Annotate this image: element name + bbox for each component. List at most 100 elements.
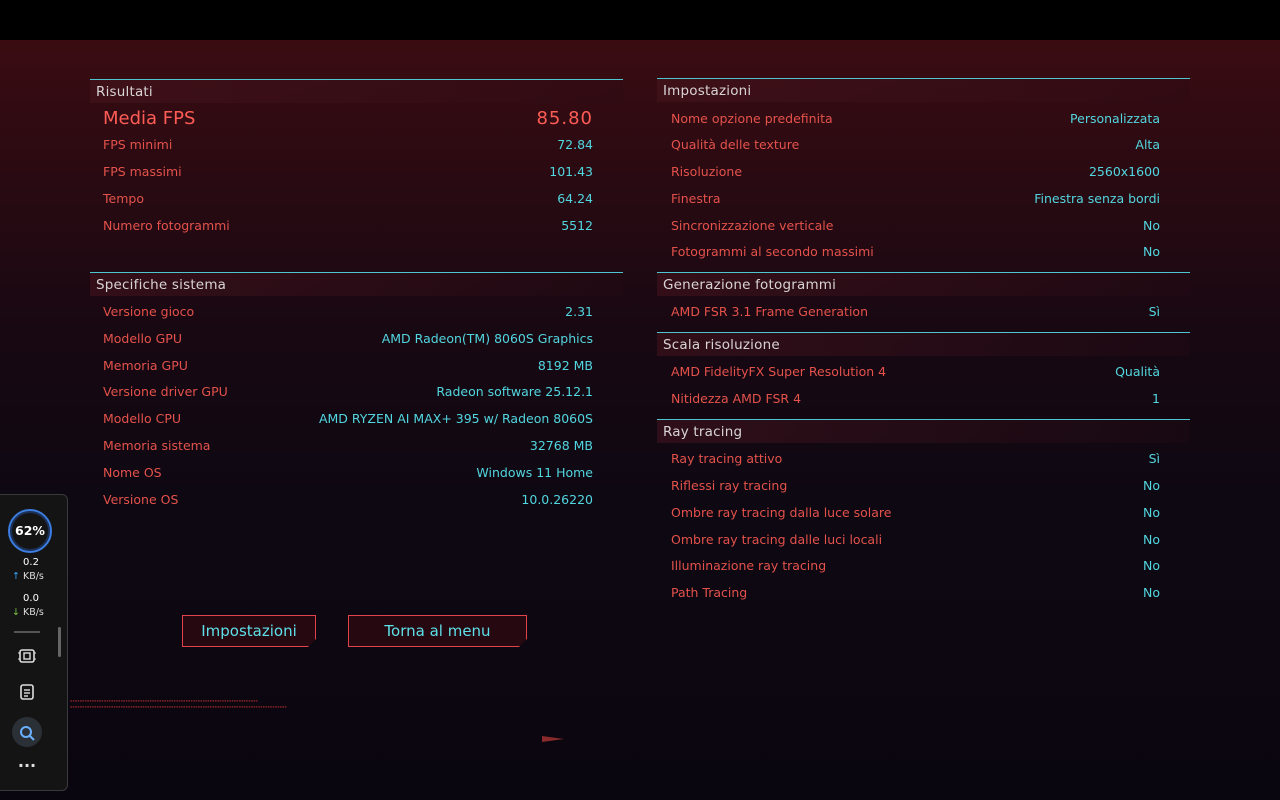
spec-value: 32768 MB <box>529 438 593 453</box>
setting-value: No <box>1143 244 1160 259</box>
results-panel: Risultati Media FPS 85.80 FPS minimi 72.… <box>90 79 623 259</box>
spec-value: 10.0.26220 <box>521 492 593 507</box>
spec-row: Memoria GPU 8192 MB <box>90 356 623 376</box>
arrow-icon <box>542 736 564 742</box>
spec-row: Memoria sistema 32768 MB <box>90 436 623 456</box>
setting-label: Fotogrammi al secondo massimi <box>671 244 874 259</box>
raytracing-row: Illuminazione ray tracing No <box>657 556 1190 576</box>
raytracing-value: Sì <box>1148 451 1160 466</box>
spec-row: Nome OS Windows 11 Home <box>90 463 623 483</box>
results-header: Risultati <box>90 79 623 103</box>
setting-row: Fotogrammi al secondo massimi No <box>657 242 1190 262</box>
scaling-label: Nitidezza AMD FSR 4 <box>671 391 802 406</box>
arrow-down-icon: ↓ <box>12 607 20 618</box>
settings-button[interactable]: Impostazioni <box>182 615 316 647</box>
raytracing-row: Ombre ray tracing dalle luci locali No <box>657 530 1190 550</box>
download-unit: KB/s <box>22 607 44 618</box>
setting-label: Risoluzione <box>671 164 743 179</box>
spec-label: Memoria sistema <box>103 438 211 453</box>
result-row: Tempo 64.24 <box>90 189 623 209</box>
setting-value: Finestra senza bordi <box>1034 191 1160 206</box>
spec-row: Versione gioco 2.31 <box>90 302 623 322</box>
raytracing-label: Ray tracing attivo <box>671 451 783 466</box>
notes-icon[interactable] <box>16 683 38 705</box>
setting-row: Risoluzione 2560x1600 <box>657 162 1190 182</box>
raytracing-panel: Ray tracing Ray tracing attivo Sì Rifles… <box>657 419 1190 609</box>
arrow-up-icon: ↑ <box>12 571 20 582</box>
raytracing-label: Ombre ray tracing dalla luce solare <box>671 505 892 520</box>
search-icon[interactable] <box>12 717 42 747</box>
settings-header: Impostazioni <box>657 78 1190 102</box>
raytracing-value: No <box>1143 532 1160 547</box>
raytracing-value: No <box>1143 505 1160 520</box>
raytracing-row: Riflessi ray tracing No <box>657 476 1190 496</box>
spec-label: Versione gioco <box>103 304 195 319</box>
spec-row: Versione OS 10.0.26220 <box>90 490 623 510</box>
specs-panel: Specifiche sistema Versione gioco 2.31 M… <box>90 272 623 522</box>
upload-unit-row: ↑ KB/s <box>12 571 44 582</box>
setting-label: Finestra <box>671 191 721 206</box>
download-value: 0.0 <box>23 593 39 604</box>
scaling-header: Scala risoluzione <box>657 332 1190 356</box>
raytracing-value: No <box>1143 478 1160 493</box>
raytracing-value: No <box>1143 585 1160 600</box>
spec-value: AMD RYZEN AI MAX+ 395 w/ Radeon 8060S <box>318 411 593 426</box>
scaling-row: Nitidezza AMD FSR 4 1 <box>657 389 1190 409</box>
scaling-panel: Scala risoluzione AMD FidelityFX Super R… <box>657 332 1190 412</box>
raytracing-row: Ray tracing attivo Sì <box>657 449 1190 469</box>
upload-value: 0.2 <box>23 557 39 568</box>
setting-row: Nome opzione predefinita Personalizzata <box>657 109 1190 129</box>
raytracing-label: Riflessi ray tracing <box>671 478 788 493</box>
specs-header: Specifiche sistema <box>90 272 623 296</box>
result-value: 64.24 <box>557 191 593 206</box>
result-row-average-fps: Media FPS 85.80 <box>90 107 623 131</box>
setting-row: Sincronizzazione verticale No <box>657 216 1190 236</box>
framegen-panel: Generazione fotogrammi AMD FSR 3.1 Frame… <box>657 272 1190 328</box>
scaling-label: AMD FidelityFX Super Resolution 4 <box>671 364 887 379</box>
debug-text: ▪▪▪▪▪▪▪▪▪▪▪▪▪▪▪▪▪▪▪▪▪▪▪▪▪▪▪▪▪▪▪▪▪▪▪▪▪▪▪▪… <box>70 698 258 703</box>
spec-row: Modello GPU AMD Radeon(TM) 8060S Graphic… <box>90 329 623 349</box>
more-icon[interactable]: ··· <box>16 755 38 777</box>
setting-label: Sincronizzazione verticale <box>671 218 834 233</box>
setting-row: Finestra Finestra senza bordi <box>657 189 1190 209</box>
raytracing-label: Path Tracing <box>671 585 748 600</box>
result-value: 101.43 <box>549 164 593 179</box>
raytracing-header: Ray tracing <box>657 419 1190 443</box>
setting-value: 2560x1600 <box>1088 164 1160 179</box>
result-label: FPS minimi <box>103 137 173 152</box>
framegen-label: AMD FSR 3.1 Frame Generation <box>671 304 869 319</box>
spec-row: Versione driver GPU Radeon software 25.1… <box>90 382 623 402</box>
spec-label: Nome OS <box>103 465 162 480</box>
raytracing-value: No <box>1143 558 1160 573</box>
result-label: Tempo <box>103 191 144 206</box>
result-value: 85.80 <box>536 108 593 129</box>
spec-row: Modello CPU AMD RYZEN AI MAX+ 395 w/ Rad… <box>90 409 623 429</box>
cpu-gauge: 62% <box>8 509 52 553</box>
result-label: Media FPS <box>103 108 196 129</box>
raytracing-row: Path Tracing No <box>657 583 1190 603</box>
scrollbar[interactable] <box>58 627 61 657</box>
result-label: FPS massimi <box>103 164 182 179</box>
divider <box>14 631 40 633</box>
setting-value: Personalizzata <box>1070 111 1160 126</box>
raytracing-row: Ombre ray tracing dalla luce solare No <box>657 503 1190 523</box>
spec-label: Versione OS <box>103 492 179 507</box>
framegen-header: Generazione fotogrammi <box>657 272 1190 296</box>
gpu-icon[interactable] <box>16 647 38 669</box>
scaling-row: AMD FidelityFX Super Resolution 4 Qualit… <box>657 362 1190 382</box>
scaling-value: Qualità <box>1115 364 1160 379</box>
setting-value: No <box>1143 218 1160 233</box>
spec-value: Radeon software 25.12.1 <box>436 384 593 399</box>
spec-value: Windows 11 Home <box>476 465 593 480</box>
spec-value: AMD Radeon(TM) 8060S Graphics <box>381 331 593 346</box>
download-unit-row: ↓ KB/s <box>12 607 44 618</box>
scaling-value: 1 <box>1152 391 1160 406</box>
performance-widget: 62% 0.2 ↑ KB/s 0.0 ↓ KB/s ··· <box>0 494 68 791</box>
raytracing-label: Illuminazione ray tracing <box>671 558 827 573</box>
spec-value: 2.31 <box>565 304 593 319</box>
result-value: 72.84 <box>557 137 593 152</box>
upload-unit: KB/s <box>22 571 44 582</box>
framegen-value: Sì <box>1148 304 1160 319</box>
main-menu-button[interactable]: Torna al menu principale <box>348 615 527 647</box>
debug-text: ▪▪▪▪▪▪▪▪▪▪▪▪▪▪▪▪▪▪▪▪▪▪▪▪▪▪▪▪▪▪▪▪▪▪▪▪▪▪▪▪… <box>70 704 287 709</box>
